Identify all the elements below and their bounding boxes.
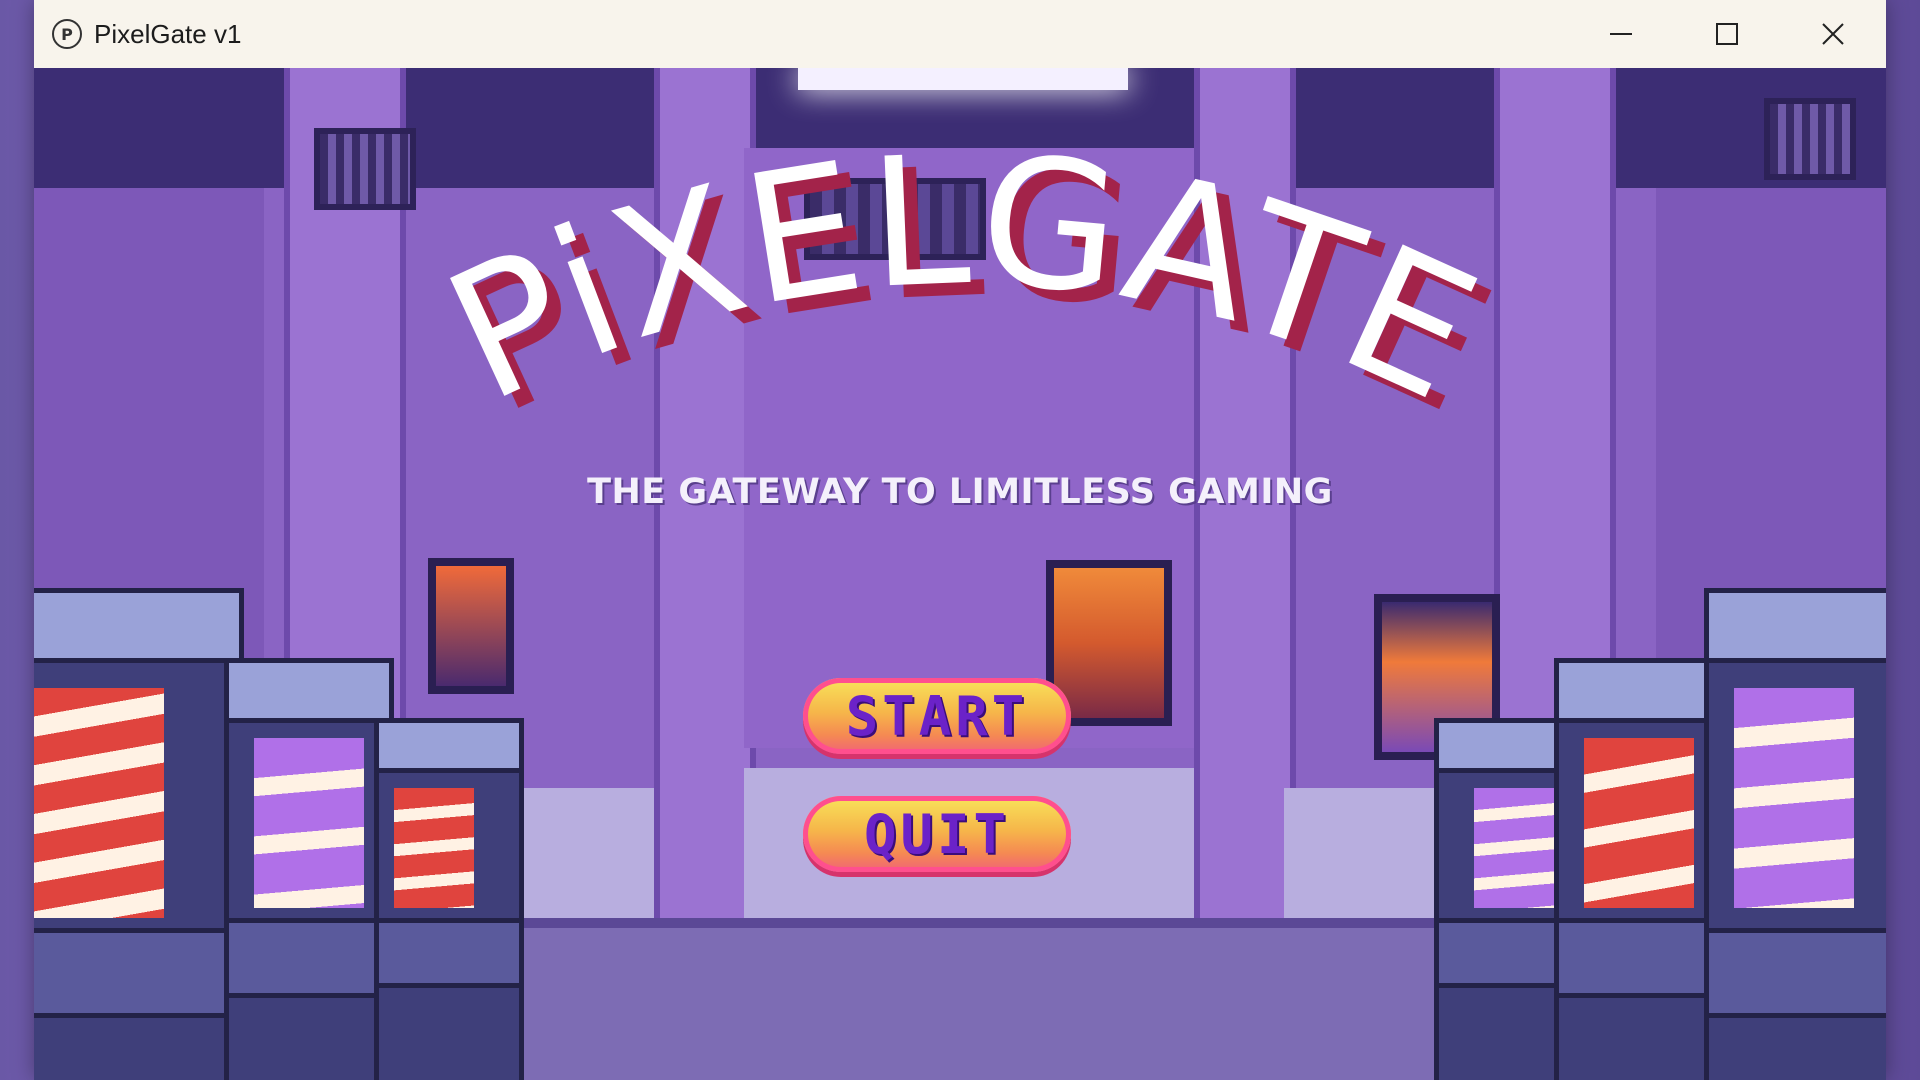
game-scene: PiXELGATE PiXELGATE THE GATEWAY TO LIMIT… (34, 68, 1886, 1080)
ceiling-light (798, 68, 1128, 90)
start-button[interactable]: START (803, 678, 1071, 754)
close-button[interactable] (1780, 0, 1886, 68)
start-button-label: START (845, 684, 1029, 748)
window-title: PixelGate v1 (94, 18, 242, 49)
close-icon (1822, 23, 1844, 45)
game-tagline: THE GATEWAY TO LIMITLESS GAMING (587, 472, 1333, 512)
arcade-machine (34, 588, 244, 1080)
vent (1764, 98, 1856, 180)
arcade-machine (374, 718, 524, 1080)
arcade-machine (1554, 658, 1724, 1080)
arcade-machine (224, 658, 394, 1080)
maximize-button[interactable] (1674, 0, 1780, 68)
title-bar: P PixelGate v1 (34, 0, 1886, 68)
vent (314, 128, 416, 210)
app-icon: P (52, 19, 82, 49)
vent (804, 178, 986, 260)
window-controls (1568, 0, 1886, 68)
maximize-icon (1716, 23, 1738, 45)
arcade-machine (1704, 588, 1886, 1080)
quit-button-label: QUIT (863, 802, 1011, 866)
quit-button[interactable]: QUIT (803, 796, 1071, 872)
app-window: P PixelGate v1 PiXELGATE PiXELGATE THE G… (34, 0, 1886, 1080)
minimize-button[interactable] (1568, 0, 1674, 68)
minimize-icon (1610, 33, 1632, 35)
poster (428, 558, 514, 694)
